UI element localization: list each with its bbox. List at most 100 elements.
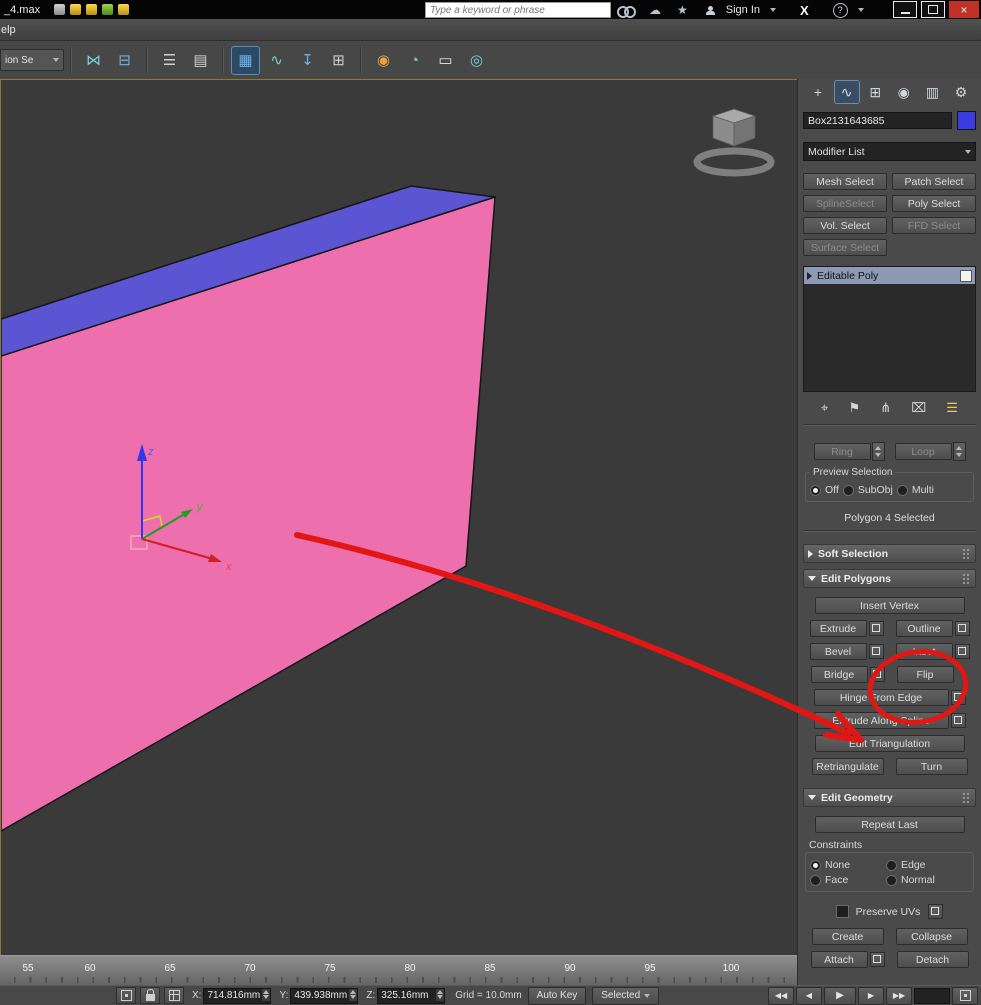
key-mode-toggle-icon[interactable]	[952, 987, 978, 1005]
rollout-soft-selection[interactable]: Soft Selection	[803, 544, 976, 563]
perspective-viewport[interactable]: z y x	[0, 79, 799, 957]
attach-settings-button[interactable]	[870, 952, 885, 967]
extrude-settings-button[interactable]	[869, 621, 884, 636]
maximize-button[interactable]	[921, 1, 945, 18]
help-caret-icon[interactable]	[858, 8, 864, 12]
next-frame-button[interactable]: ▶	[858, 987, 884, 1005]
hierarchy-tab-icon[interactable]: ⊞	[863, 81, 887, 103]
poly-select-button[interactable]: Poly Select	[892, 195, 976, 212]
edit-triangulation-button[interactable]: Edit Triangulation	[815, 735, 965, 752]
rendered-frame-icon[interactable]: ▭	[432, 47, 459, 74]
collapse-button[interactable]: Collapse	[896, 928, 968, 945]
sign-in-caret-icon[interactable]	[770, 8, 776, 12]
ring-spinner[interactable]	[872, 442, 885, 461]
undo-icon[interactable]	[102, 4, 113, 15]
flip-button[interactable]: Flip	[897, 666, 954, 683]
named-selection-sets-dropdown[interactable]: ion Se	[0, 49, 64, 71]
previous-frame-button[interactable]: ◀	[796, 987, 822, 1005]
play-button[interactable]: ▶	[824, 987, 856, 1005]
remove-modifier-icon[interactable]: ⌧	[911, 400, 926, 416]
detach-button[interactable]: Detach	[897, 951, 969, 968]
mirror-icon[interactable]: ⋈	[80, 47, 107, 74]
bridge-settings-button[interactable]	[870, 667, 885, 682]
sign-in-button[interactable]: Sign In	[726, 4, 760, 16]
current-frame-field[interactable]	[914, 988, 950, 1004]
bevel-settings-button[interactable]	[869, 644, 884, 659]
x-spinner[interactable]	[262, 989, 270, 1001]
modifier-list-dropdown[interactable]: Modifier List	[803, 142, 976, 161]
create-tab-icon[interactable]: +	[806, 81, 830, 103]
selected-key-filter-dropdown[interactable]: Selected	[592, 987, 659, 1005]
redo-icon[interactable]	[118, 4, 129, 15]
exchange-logo[interactable]: X	[800, 3, 809, 18]
preview-multi-radio[interactable]: Multi	[897, 484, 934, 496]
snap-toggle-icon[interactable]	[164, 987, 184, 1004]
loop-button[interactable]: Loop	[895, 443, 952, 460]
rollout-grip[interactable]	[962, 548, 971, 559]
z-coordinate-field[interactable]: 325.16mm	[377, 988, 445, 1004]
y-spinner[interactable]	[349, 989, 357, 1001]
vol-select-button[interactable]: Vol. Select	[803, 217, 887, 234]
inset-settings-button[interactable]	[955, 644, 970, 659]
preview-subobj-radio[interactable]: SubObj	[843, 484, 893, 496]
preserve-uvs-checkbox[interactable]	[836, 905, 849, 918]
y-coordinate-field[interactable]: 439.938mm	[290, 988, 358, 1004]
selection-lock-icon[interactable]	[140, 987, 160, 1004]
extrude-along-spline-button[interactable]: Extrude Along Spline	[814, 712, 949, 729]
go-to-end-button[interactable]: ▶▶	[886, 987, 912, 1005]
constraint-edge-radio[interactable]: Edge	[886, 859, 926, 871]
make-unique-icon[interactable]: ⋔	[880, 400, 891, 416]
search-icon[interactable]	[617, 5, 633, 16]
time-slider-ruler[interactable]: 55 60 65 70 75 80 85 90 95 100	[0, 955, 797, 986]
rollout-grip[interactable]	[962, 792, 971, 803]
rollout-edit-geometry[interactable]: Edit Geometry	[803, 788, 976, 807]
schematic-view-icon[interactable]: ⊞	[325, 47, 352, 74]
isolate-selection-icon[interactable]	[116, 987, 136, 1004]
modifier-stack[interactable]: Editable Poly	[803, 266, 976, 392]
extrude-along-spline-settings-button[interactable]	[951, 713, 966, 728]
rollout-grip[interactable]	[962, 573, 971, 584]
extrude-button[interactable]: Extrude	[810, 620, 867, 637]
bevel-button[interactable]: Bevel	[810, 643, 867, 660]
ribbon-toggle-icon[interactable]: ▦	[232, 47, 259, 74]
insert-vertex-button[interactable]: Insert Vertex	[815, 597, 965, 614]
ring-button[interactable]: Ring	[814, 443, 871, 460]
motion-tab-icon[interactable]: ◉	[892, 81, 916, 103]
modifier-visibility-toggle[interactable]	[960, 270, 972, 282]
attach-button[interactable]: Attach	[811, 951, 868, 968]
layer-explorer-icon[interactable]: ☰	[156, 47, 183, 74]
modify-tab-icon[interactable]: ∿	[835, 81, 859, 103]
constraint-none-radio[interactable]: None	[810, 859, 882, 871]
save-file-icon[interactable]	[86, 4, 97, 15]
cloud-icon[interactable]: ☁	[649, 3, 661, 17]
retriangulate-button[interactable]: Retriangulate	[812, 758, 884, 775]
open-file-icon[interactable]	[70, 4, 81, 15]
preview-off-radio[interactable]: Off	[810, 484, 839, 496]
hinge-from-edge-settings-button[interactable]	[951, 690, 966, 705]
auto-key-button[interactable]: Auto Key	[528, 987, 587, 1005]
render-setup-icon[interactable]: ◔	[401, 47, 428, 74]
create-button[interactable]: Create	[812, 928, 884, 945]
search-input[interactable]	[425, 2, 611, 18]
modifier-stack-item-editable-poly[interactable]: Editable Poly	[804, 267, 975, 284]
new-scene-icon[interactable]	[54, 4, 65, 15]
help-icon[interactable]: ?	[833, 3, 848, 18]
ffd-select-button[interactable]: FFD Select	[892, 217, 976, 234]
outline-settings-button[interactable]	[955, 621, 970, 636]
display-tab-icon[interactable]: ▥	[920, 81, 944, 103]
pin-stack-icon[interactable]: ⌖	[821, 400, 828, 416]
rollout-edit-polygons[interactable]: Edit Polygons	[803, 569, 976, 588]
utilities-tab-icon[interactable]: ⚙	[949, 81, 973, 103]
x-coordinate-field[interactable]: 714.816mm	[203, 988, 271, 1004]
show-end-result-icon[interactable]: ⚑	[848, 400, 860, 416]
go-to-start-button[interactable]: ◀◀	[768, 987, 794, 1005]
constraint-face-radio[interactable]: Face	[810, 874, 882, 886]
preserve-uvs-settings-button[interactable]	[928, 904, 943, 919]
close-button[interactable]: ×	[949, 1, 979, 18]
patch-select-button[interactable]: Patch Select	[892, 173, 976, 190]
minimize-button[interactable]	[893, 1, 917, 18]
object-color-swatch[interactable]	[957, 111, 976, 130]
repeat-last-button[interactable]: Repeat Last	[815, 816, 965, 833]
constraint-normal-radio[interactable]: Normal	[886, 874, 935, 886]
turn-button[interactable]: Turn	[896, 758, 968, 775]
